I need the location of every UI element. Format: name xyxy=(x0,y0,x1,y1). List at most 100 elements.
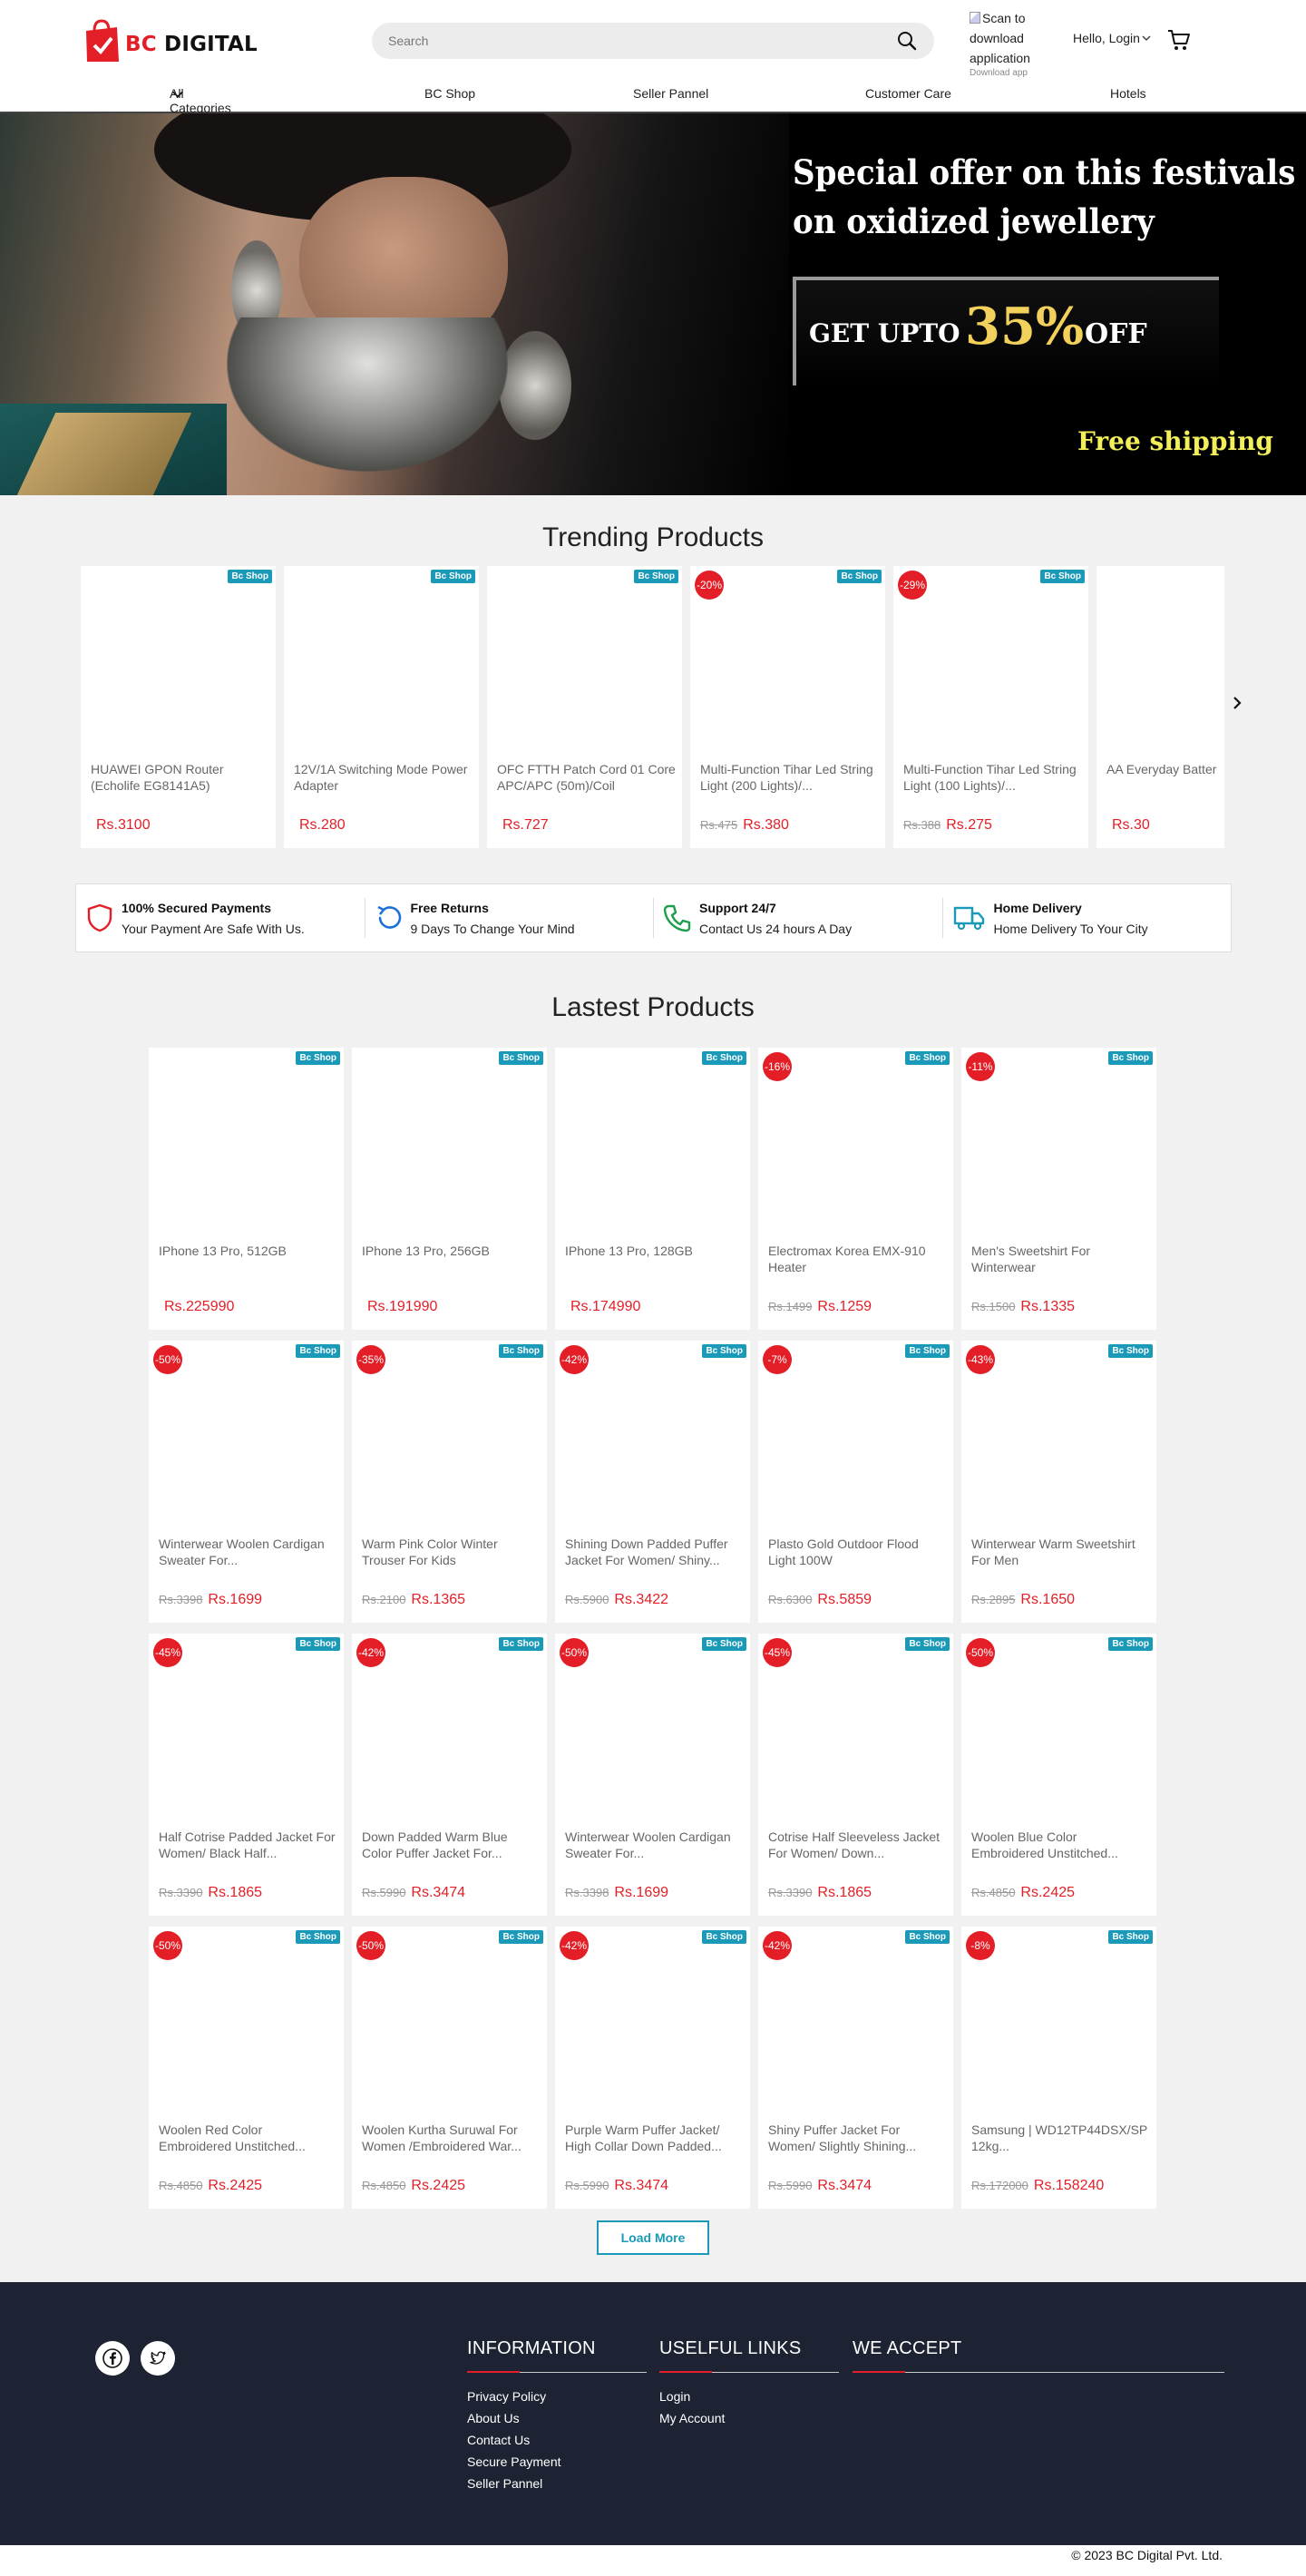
product-price: Rs.174990 xyxy=(570,1299,641,1314)
product-card[interactable]: Bc Shop OFC FTTH Patch Cord 01 Core APC/A… xyxy=(487,566,682,848)
product-name[interactable]: IPhone 13 Pro, 256GB xyxy=(362,1243,541,1275)
discount-badge: -42% xyxy=(560,1345,589,1374)
product-price-row: Rs.1499 Rs.1259 xyxy=(768,1299,872,1315)
product-price-row: Rs.5990 Rs.3474 xyxy=(565,2178,668,2194)
discount-badge: -20% xyxy=(695,571,724,600)
twitter-link[interactable] xyxy=(141,2341,175,2376)
product-card[interactable]: Bc Shop IPhone 13 Pro, 512GB Rs.225990 xyxy=(149,1048,344,1330)
facebook-link[interactable] xyxy=(95,2341,130,2376)
old-price: Rs.3398 xyxy=(159,1593,203,1606)
product-card[interactable]: Bc Shop -42% Shiny Puffer Jacket For Women… xyxy=(758,1927,953,2209)
shop-badge: Bc Shop xyxy=(634,570,678,583)
nav-customer-care[interactable]: Customer Care xyxy=(865,86,951,101)
nav-seller-pannel[interactable]: Seller Pannel xyxy=(633,86,708,101)
product-card[interactable]: Bc Shop 12V/1A Switching Mode Power Adapt… xyxy=(284,566,479,848)
product-card[interactable]: Bc Shop -50% Winterwear Woolen Cardigan Sw… xyxy=(149,1341,344,1623)
product-name[interactable]: HUAWEI GPON Router (Echolife EG8141A5) xyxy=(91,761,269,794)
product-name[interactable]: Down Padded Warm Blue Color Puffer Jacke… xyxy=(362,1829,541,1861)
product-card[interactable]: Bc Shop IPhone 13 Pro, 256GB Rs.191990 xyxy=(352,1048,547,1330)
promo-banner[interactable]: Special offer on this festivals on oxidi… xyxy=(0,113,1306,495)
product-name[interactable]: AA Everyday Batter xyxy=(1106,761,1224,794)
product-card[interactable]: Bc Shop -7% Plasto Gold Outdoor Flood Ligh… xyxy=(758,1341,953,1623)
product-card[interactable]: Bc Shop -42% Purple Warm Puffer Jacket/ Hi… xyxy=(555,1927,750,2209)
product-name[interactable]: Woolen Blue Color Embroidered Unstitched… xyxy=(971,1829,1150,1861)
product-name[interactable]: Winterwear Woolen Cardigan Sweater For..… xyxy=(565,1829,744,1861)
product-card[interactable]: Bc Shop -35% Warm Pink Color Winter Trouse… xyxy=(352,1341,547,1623)
product-name[interactable]: Half Cotrise Padded Jacket For Women/ Bl… xyxy=(159,1829,337,1861)
product-name[interactable]: Plasto Gold Outdoor Flood Light 100W xyxy=(768,1536,947,1568)
shop-badge: Bc Shop xyxy=(702,1637,746,1651)
load-more-button[interactable]: Load More xyxy=(597,2220,709,2255)
product-name[interactable]: Multi-Function Tihar Led String Light (2… xyxy=(700,761,879,794)
product-price-row: Rs.5990 Rs.3474 xyxy=(362,1885,465,1901)
product-card[interactable]: Bc Shop HUAWEI GPON Router (Echolife EG81… xyxy=(81,566,276,848)
product-name[interactable]: Cotrise Half Sleeveless Jacket For Women… xyxy=(768,1829,947,1861)
shop-badge: Bc Shop xyxy=(837,570,882,583)
product-name[interactable]: Shiny Puffer Jacket For Women/ Slightly … xyxy=(768,2122,947,2154)
footer-link[interactable]: Contact Us xyxy=(467,2429,647,2451)
product-name[interactable]: Winterwear Woolen Cardigan Sweater For..… xyxy=(159,1536,337,1568)
product-name[interactable]: Purple Warm Puffer Jacket/ High Collar D… xyxy=(565,2122,744,2154)
product-price-row: Rs.172000 Rs.158240 xyxy=(971,2178,1104,2194)
product-card[interactable]: Bc Shop -45% Half Cotrise Padded Jacket Fo… xyxy=(149,1634,344,1916)
product-price-row: Rs.3390 Rs.1865 xyxy=(768,1885,872,1901)
nav-hotels[interactable]: Hotels xyxy=(1110,86,1146,101)
product-name[interactable]: Electromax Korea EMX-910 Heater xyxy=(768,1243,947,1275)
app-download[interactable]: Scan to download application Download ap… xyxy=(970,8,1042,78)
features-strip: 100% Secured Payments Your Payment Are Sa… xyxy=(75,883,1232,952)
product-price-row: Rs.5900 Rs.3422 xyxy=(565,1592,668,1608)
product-name[interactable]: Samsung | WD12TP44DSX/SP 12kg... xyxy=(971,2122,1150,2154)
product-name[interactable]: IPhone 13 Pro, 128GB xyxy=(565,1243,744,1275)
feature-secure-payments: 100% Secured Payments Your Payment Are Sa… xyxy=(76,898,365,938)
product-card[interactable]: Bc Shop -50% Woolen Kurtha Suruwal For Wom… xyxy=(352,1927,547,2209)
footer-link[interactable]: Seller Pannel xyxy=(467,2473,647,2494)
product-name[interactable]: Warm Pink Color Winter Trouser For Kids xyxy=(362,1536,541,1568)
discount-badge: -11% xyxy=(966,1052,995,1081)
product-name[interactable]: Multi-Function Tihar Led String Light (1… xyxy=(903,761,1082,794)
product-price-row: Rs.3398 Rs.1699 xyxy=(159,1592,262,1608)
product-name[interactable]: Winterwear Warm Sweetshirt For Men xyxy=(971,1536,1150,1568)
discount-badge: -50% xyxy=(153,1931,182,1960)
footer-link[interactable]: Privacy Policy xyxy=(467,2386,647,2407)
product-card[interactable]: Bc Shop -42% Shining Down Padded Puffer Ja… xyxy=(555,1341,750,1623)
old-price: Rs.3390 xyxy=(159,1886,203,1899)
product-card[interactable]: Bc Shop -20% Multi-Function Tihar Led Stri… xyxy=(690,566,885,848)
product-card[interactable]: Bc Shop -50% Woolen Blue Color Embroidered… xyxy=(961,1634,1156,1916)
product-price: Rs.380 xyxy=(743,817,789,833)
product-card[interactable]: Bc Shop -8% Samsung | WD12TP44DSX/SP 12kg.… xyxy=(961,1927,1156,2209)
nav-all-categories[interactable]: All Categories xyxy=(170,86,231,115)
product-card[interactable]: AA Everyday Batter Rs.30 xyxy=(1096,566,1224,848)
product-card[interactable]: Bc Shop -43% Winterwear Warm Sweetshirt Fo… xyxy=(961,1341,1156,1623)
product-card[interactable]: Bc Shop -42% Down Padded Warm Blue Color P… xyxy=(352,1634,547,1916)
product-card[interactable]: Bc Shop -29% Multi-Function Tihar Led Stri… xyxy=(893,566,1088,848)
product-name[interactable]: Woolen Red Color Embroidered Unstitched.… xyxy=(159,2122,337,2154)
product-name[interactable]: Men's Sweetshirt For Winterwear xyxy=(971,1243,1150,1275)
product-name[interactable]: 12V/1A Switching Mode Power Adapter xyxy=(294,761,473,794)
product-price-row: Rs.388 Rs.275 xyxy=(903,817,992,834)
product-card[interactable]: Bc Shop -50% Winterwear Woolen Cardigan Sw… xyxy=(555,1634,750,1916)
product-name[interactable]: IPhone 13 Pro, 512GB xyxy=(159,1243,337,1275)
product-price: Rs.280 xyxy=(299,817,346,833)
product-price-row: Rs.6300 Rs.5859 xyxy=(768,1592,872,1608)
footer-link[interactable]: My Account xyxy=(659,2407,839,2429)
logo[interactable]: BC DIGITAL xyxy=(83,18,258,63)
product-card[interactable]: Bc Shop -11% Men's Sweetshirt For Winterwe… xyxy=(961,1048,1156,1330)
footer-link[interactable]: Secure Payment xyxy=(467,2451,647,2473)
nav-bc-shop[interactable]: BC Shop xyxy=(424,86,475,101)
search-icon[interactable] xyxy=(896,30,918,52)
footer-link[interactable]: About Us xyxy=(467,2407,647,2429)
footer-link[interactable]: Login xyxy=(659,2386,839,2407)
cart-icon[interactable] xyxy=(1167,28,1191,52)
product-name[interactable]: Shining Down Padded Puffer Jacket For Wo… xyxy=(565,1536,744,1568)
product-price-row: Rs.727 xyxy=(497,817,549,834)
product-card[interactable]: Bc Shop -16% Electromax Korea EMX-910 Heat… xyxy=(758,1048,953,1330)
search-input[interactable] xyxy=(388,34,896,48)
login-menu[interactable]: Hello, Login xyxy=(1073,31,1151,45)
chevron-right-icon[interactable] xyxy=(1227,693,1247,713)
discount-badge: -16% xyxy=(763,1052,792,1081)
product-card[interactable]: Bc Shop -45% Cotrise Half Sleeveless Jacke… xyxy=(758,1634,953,1916)
product-card[interactable]: Bc Shop -50% Woolen Red Color Embroidered … xyxy=(149,1927,344,2209)
product-card[interactable]: Bc Shop IPhone 13 Pro, 128GB Rs.174990 xyxy=(555,1048,750,1330)
product-name[interactable]: OFC FTTH Patch Cord 01 Core APC/APC (50m… xyxy=(497,761,676,794)
product-name[interactable]: Woolen Kurtha Suruwal For Women /Embroid… xyxy=(362,2122,541,2154)
